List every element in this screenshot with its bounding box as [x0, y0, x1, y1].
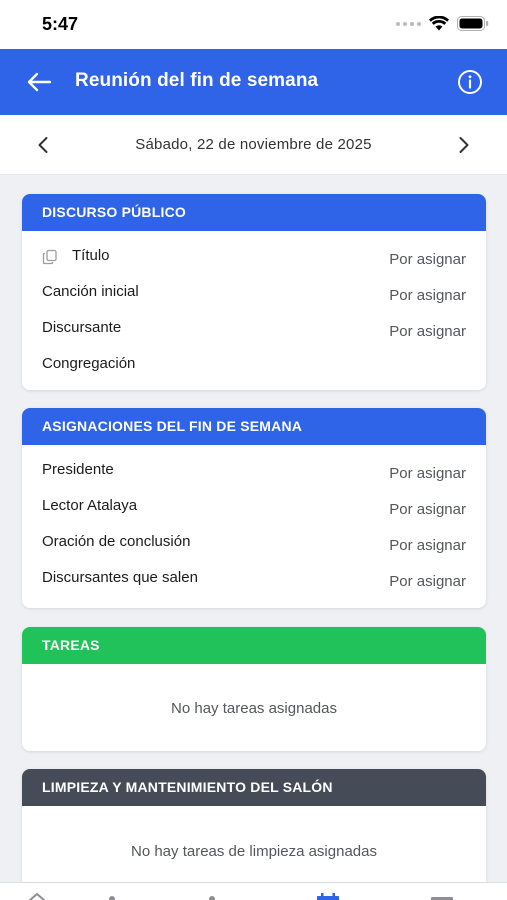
wifi-icon — [429, 16, 449, 31]
public-talk-card: DISCURSO PÚBLICO Título Por asignar Canc… — [22, 194, 486, 390]
weekend-assignments-header: ASIGNACIONES DEL FIN DE SEMANA — [22, 408, 486, 445]
cellular-signal-icon — [396, 21, 421, 26]
row-label: Lector Atalaya — [42, 497, 138, 514]
row-value: Por asignar — [389, 465, 466, 482]
row-label: Canción inicial — [42, 283, 139, 300]
arrow-left-icon — [27, 72, 52, 92]
assignment-row-chairman[interactable]: Presidente Por asignar — [22, 453, 486, 489]
people-tab-icon[interactable] — [208, 893, 216, 900]
next-date-button[interactable] — [453, 134, 475, 156]
date-navigation: Sábado, 22 de noviembre de 2025 — [0, 115, 507, 175]
row-value: Por asignar — [389, 251, 466, 268]
row-value: Por asignar — [389, 537, 466, 554]
back-button[interactable] — [22, 67, 56, 97]
battery-icon — [457, 16, 489, 31]
public-talk-row-speaker[interactable]: Discursante Por asignar — [22, 311, 486, 347]
home-tab-icon[interactable] — [28, 893, 46, 900]
status-icons — [396, 16, 489, 31]
public-talk-row-opening-song[interactable]: Canción inicial Por asignar — [22, 275, 486, 311]
public-talk-row-congregation[interactable]: Congregación — [22, 347, 486, 383]
row-value: Por asignar — [389, 323, 466, 340]
list-tab-icon[interactable] — [430, 893, 454, 900]
person-tab-icon[interactable] — [108, 893, 116, 900]
row-value: Por asignar — [389, 573, 466, 590]
row-label: Congregación — [42, 355, 136, 372]
calendar-tab-icon[interactable] — [316, 893, 340, 900]
app-header: Reunión del fin de semana — [0, 49, 507, 115]
assignment-row-watchtower-reader[interactable]: Lector Atalaya Por asignar — [22, 489, 486, 525]
weekend-assignments-card: ASIGNACIONES DEL FIN DE SEMANA President… — [22, 408, 486, 608]
cleaning-card: LIMPIEZA Y MANTENIMIENTO DEL SALÓN No ha… — [22, 769, 486, 900]
cleaning-header: LIMPIEZA Y MANTENIMIENTO DEL SALÓN — [22, 769, 486, 806]
tasks-header: TAREAS — [22, 627, 486, 664]
date-label: Sábado, 22 de noviembre de 2025 — [135, 136, 372, 153]
public-talk-header: DISCURSO PÚBLICO — [22, 194, 486, 231]
status-bar: 5:47 — [0, 0, 507, 49]
tasks-empty-message: No hay tareas asignadas — [171, 700, 337, 717]
info-button[interactable] — [457, 69, 483, 95]
info-icon — [458, 70, 482, 94]
row-label: Discursantes que salen — [42, 569, 198, 586]
row-label: Discursante — [42, 319, 122, 336]
row-label: Título — [72, 247, 110, 264]
tasks-card: TAREAS No hay tareas asignadas — [22, 627, 486, 751]
public-talk-row-title[interactable]: Título Por asignar — [22, 239, 486, 275]
row-value: Por asignar — [389, 501, 466, 518]
assignment-row-outgoing-speakers[interactable]: Discursantes que salen Por asignar — [22, 561, 486, 597]
status-time: 5:47 — [42, 14, 79, 34]
row-label: Oración de conclusión — [42, 533, 191, 550]
row-value: Por asignar — [389, 287, 466, 304]
page-title: Reunión del fin de semana — [75, 70, 319, 91]
assignment-row-closing-prayer[interactable]: Oración de conclusión Por asignar — [22, 525, 486, 561]
chevron-right-icon — [459, 137, 469, 153]
cleaning-empty-message: No hay tareas de limpieza asignadas — [131, 843, 377, 860]
copy-icon[interactable] — [42, 249, 58, 265]
row-label: Presidente — [42, 461, 114, 478]
bottom-tab-bar — [0, 882, 507, 900]
